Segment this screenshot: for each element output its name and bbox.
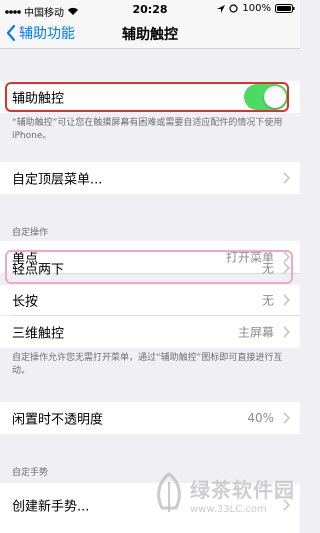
chevron-right-icon — [283, 294, 290, 306]
idle-opacity-row[interactable]: 闲置时不透明度 40% — [0, 402, 300, 434]
watermark: 绿茶软件园 www.33LC.com — [150, 468, 300, 528]
action-label: 三维触控 — [12, 326, 65, 342]
customize-menu-label: 自定顶层菜单... — [12, 172, 103, 188]
assistive-touch-note: “辅助触控”可让您在触摸屏幕有困难或需要自适应配件的情况下使用 iPhone。 — [12, 118, 283, 141]
create-gesture-label: 创建新手势... — [12, 499, 90, 515]
battery-percent: 100% — [242, 3, 271, 14]
chevron-right-icon — [283, 172, 290, 184]
action-value: 无 — [261, 293, 274, 308]
status-bar: 中国移动 20:28 100% — [0, 0, 300, 20]
alarm-icon — [229, 4, 239, 13]
custom-actions-header: 自定操作 — [12, 228, 49, 238]
action-row-3d-touch[interactable]: 三维触控 主屏幕 — [0, 316, 300, 348]
highlight-box-pink — [5, 250, 293, 284]
action-label: 长按 — [12, 294, 39, 310]
idle-opacity-value: 40% — [247, 411, 274, 425]
highlight-box-red — [5, 82, 289, 112]
chevron-right-icon — [283, 326, 290, 338]
watermark-url: www.33LC.com — [190, 504, 267, 515]
watermark-logo-icon — [157, 472, 181, 512]
page-title: 辅助触控 — [122, 27, 178, 43]
action-row-long-press[interactable]: 长按 无 — [0, 285, 300, 315]
customize-menu-row[interactable]: 自定顶层菜单... — [0, 162, 300, 194]
custom-actions-note: 自定操作允许您无需打开菜单，通过“辅助触控”图标即可直接进行互动。 — [12, 353, 283, 376]
location-icon — [217, 4, 226, 13]
nav-bar: 辅助功能 辅助触控 — [0, 20, 300, 49]
battery-icon — [275, 4, 295, 13]
watermark-text: 绿茶软件园 — [190, 478, 295, 502]
custom-gestures-header: 自定手势 — [12, 468, 49, 478]
status-right: 100% — [217, 3, 295, 14]
idle-opacity-label: 闲置时不透明度 — [12, 412, 104, 428]
action-value: 主屏幕 — [237, 325, 274, 340]
chevron-right-icon — [283, 412, 290, 424]
